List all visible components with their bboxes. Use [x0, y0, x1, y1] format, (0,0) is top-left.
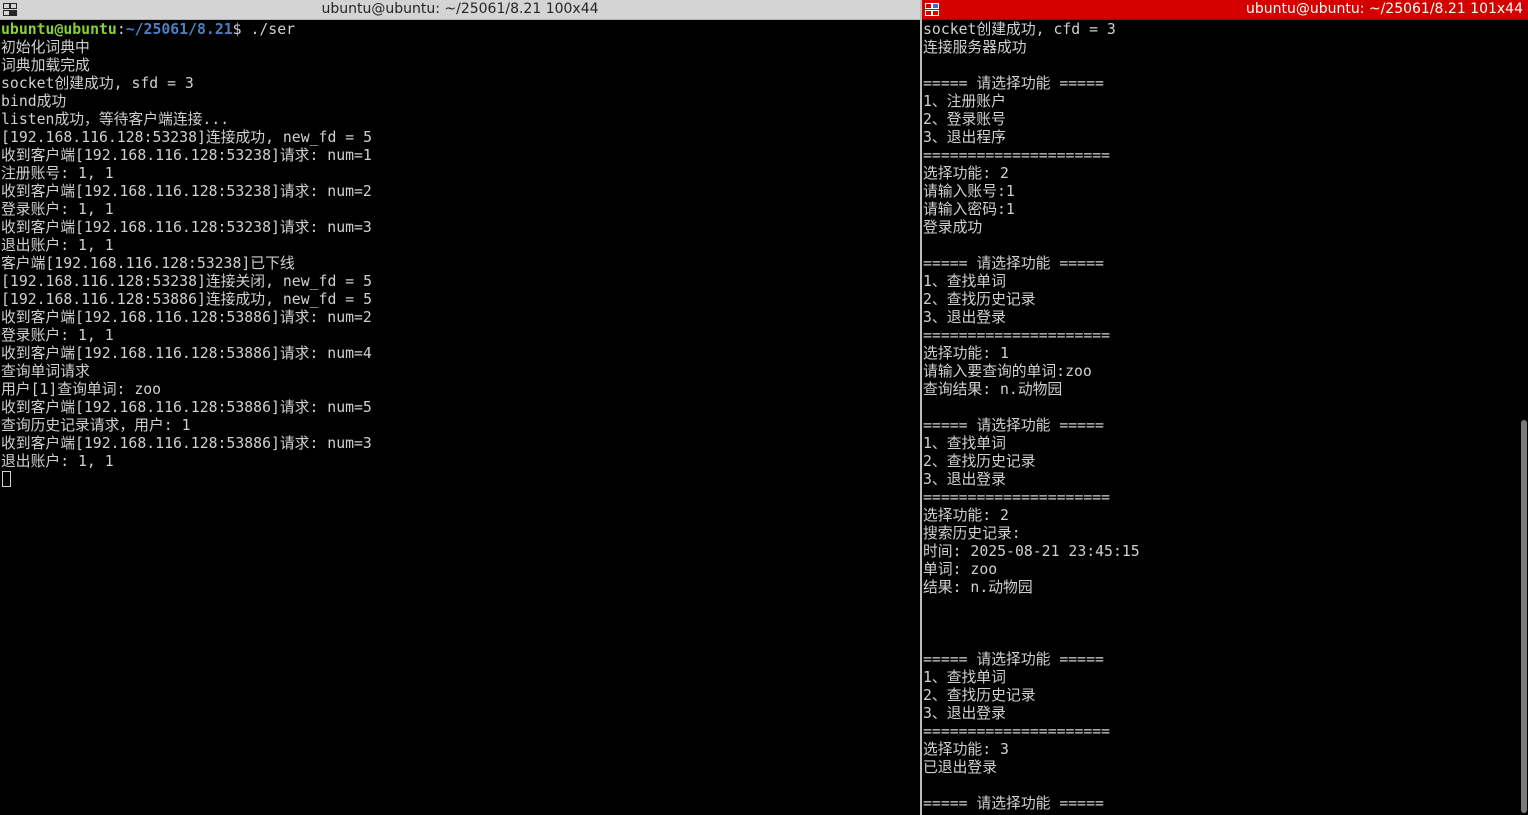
- server-log-line: [192.168.116.128:53886]连接成功, new_fd = 5: [1, 291, 372, 308]
- client-output-line: 3、退出程序: [923, 129, 1006, 146]
- client-output-line: 查询结果: n.动物园: [923, 381, 1063, 398]
- shell-prompt-line: ubuntu@ubuntu:~/25061/8.21$ ./ser: [1, 21, 920, 39]
- client-output-line: 选择功能: 2: [923, 507, 1009, 524]
- client-output-line: 3、退出登录: [923, 309, 1006, 326]
- prompt-user: ubuntu@ubuntu: [1, 21, 117, 38]
- server-log-line: 收到客户端[192.168.116.128:53886]请求: num=5: [1, 399, 372, 416]
- client-output-line: =====================: [923, 489, 1111, 506]
- terminal-split-icon[interactable]: [925, 3, 939, 16]
- server-log-line: 收到客户端[192.168.116.128:53238]请求: num=3: [1, 219, 372, 236]
- client-output-line: [923, 777, 1528, 795]
- client-output-line: 时间: 2025-08-21 23:45:15: [923, 543, 1140, 560]
- server-log-line: 注册账号: 1, 1: [1, 165, 114, 182]
- client-output-line: 1、查找单词: [923, 435, 1006, 452]
- client-output-line: =====================: [923, 147, 1111, 164]
- server-log-lines: 初始化词典中 词典加载完成 socket创建成功, sfd = 3 bind成功 lis…: [1, 39, 920, 471]
- client-terminal-output[interactable]: socket创建成功, cfd = 3 连接服务器成功 ===== 请选择功能 ==…: [922, 20, 1528, 815]
- server-terminal-scrollbar[interactable]: [911, 20, 920, 815]
- client-output-line: ===== 请选择功能 =====: [923, 651, 1104, 668]
- client-output-line: 3、退出登录: [923, 705, 1006, 722]
- client-output-line: 1、注册账户: [923, 93, 1006, 110]
- scrollbar-thumb[interactable]: [1521, 420, 1527, 813]
- server-log-line: 登录账户: 1, 1: [1, 327, 114, 344]
- client-output-line: ===== 请选择功能 =====: [923, 795, 1104, 812]
- client-output-line: 请输入要查询的单词:zoo: [923, 363, 1092, 380]
- client-output-line: [923, 57, 1528, 75]
- server-log-line: listen成功，等待客户端连接...: [1, 111, 230, 128]
- server-log-line: 用户[1]查询单词: zoo: [1, 381, 162, 398]
- client-output-line: 选择功能: 1: [923, 345, 1009, 362]
- client-output-line: ===== 请选择功能 =====: [923, 75, 1104, 92]
- server-log-line: 收到客户端[192.168.116.128:53886]请求: num=2: [1, 309, 372, 326]
- client-terminal-window[interactable]: ubuntu@ubuntu: ~/25061/8.21 101x44 socke…: [922, 0, 1528, 815]
- server-log-line: 查询单词请求: [1, 363, 90, 380]
- server-log-line: 退出账户: 1, 1: [1, 237, 114, 254]
- prompt-symbol: $: [232, 21, 251, 38]
- client-output-line: 选择功能: 3: [923, 741, 1009, 758]
- server-log-line: 收到客户端[192.168.116.128:53238]请求: num=2: [1, 183, 372, 200]
- server-log-line: 客户端[192.168.116.128:53238]已下线: [1, 255, 295, 272]
- window-title: ubuntu@ubuntu: ~/25061/8.21 101x44: [1245, 1, 1523, 17]
- client-terminal-titlebar[interactable]: ubuntu@ubuntu: ~/25061/8.21 101x44: [922, 0, 1528, 20]
- client-output-line: [923, 615, 1528, 633]
- server-log-line: [192.168.116.128:53238]连接成功, new_fd = 5: [1, 129, 372, 146]
- cursor-line: [1, 471, 920, 489]
- server-terminal-window[interactable]: ubuntu@ubuntu: ~/25061/8.21 100x44 ubunt…: [0, 0, 920, 815]
- server-log-line: 登录账户: 1, 1: [1, 201, 114, 218]
- client-output-line: 连接服务器成功: [923, 39, 1027, 56]
- client-output-line: socket创建成功, cfd = 3: [923, 21, 1116, 38]
- client-output-line: 登录成功: [923, 219, 983, 236]
- client-output-line: [923, 633, 1528, 651]
- server-log-line: socket创建成功, sfd = 3: [1, 75, 194, 92]
- server-log-line: 收到客户端[192.168.116.128:53886]请求: num=4: [1, 345, 372, 362]
- client-output-line: 3、退出登录: [923, 471, 1006, 488]
- server-terminal-output[interactable]: ubuntu@ubuntu:~/25061/8.21$ ./ser 初始化词典中…: [0, 20, 920, 815]
- client-output-line: 已退出登录: [923, 759, 997, 776]
- server-log-line: 初始化词典中: [1, 39, 90, 56]
- client-output-line: 搜索历史记录:: [923, 525, 1021, 542]
- client-output-line: =====================: [923, 723, 1111, 740]
- server-log-line: 收到客户端[192.168.116.128:53886]请求: num=3: [1, 435, 372, 452]
- prompt-command: ./ser: [250, 21, 296, 38]
- desktop: ubuntu@ubuntu: ~/25061/8.21 100x44 ubunt…: [0, 0, 1528, 815]
- server-log-line: 退出账户: 1, 1: [1, 453, 114, 470]
- client-output-line: [923, 597, 1528, 615]
- client-output-line: 选择功能: 2: [923, 165, 1009, 182]
- window-title: ubuntu@ubuntu: ~/25061/8.21 100x44: [321, 1, 599, 17]
- prompt-separator: :: [116, 21, 126, 38]
- server-terminal-titlebar[interactable]: ubuntu@ubuntu: ~/25061/8.21 100x44: [0, 0, 920, 20]
- client-output-line: ===== 请选择功能 =====: [923, 255, 1104, 272]
- server-log-line: [192.168.116.128:53238]连接关闭, new_fd = 5: [1, 273, 372, 290]
- client-output-line: 单词: zoo: [923, 561, 998, 578]
- client-output-line: 2、查找历史记录: [923, 453, 1036, 470]
- client-terminal-scrollbar[interactable]: [1519, 20, 1528, 815]
- server-log-line: 收到客户端[192.168.116.128:53238]请求: num=1: [1, 147, 372, 164]
- client-output-line: 请输入账号:1: [923, 183, 1015, 200]
- client-output-line: ===== 请选择功能 =====: [923, 417, 1104, 434]
- server-log-line: 词典加载完成: [1, 57, 90, 74]
- client-output-line: 2、登录账号: [923, 111, 1006, 128]
- client-output-line: 1、查找单词: [923, 273, 1006, 290]
- client-output-line: 2、查找历史记录: [923, 291, 1036, 308]
- terminal-cursor: [2, 471, 11, 487]
- client-output-lines: socket创建成功, cfd = 3 连接服务器成功 ===== 请选择功能 ==…: [923, 21, 1528, 813]
- prompt-path: ~/25061/8.21: [125, 21, 233, 38]
- server-log-line: 查询历史记录请求，用户: 1: [1, 417, 191, 434]
- client-output-line: [923, 399, 1528, 417]
- client-output-line: 结果: n.动物园: [923, 579, 1033, 596]
- client-output-line: 1、查找单词: [923, 669, 1006, 686]
- client-output-line: 2、查找历史记录: [923, 687, 1036, 704]
- client-output-line: [923, 237, 1528, 255]
- client-output-line: =====================: [923, 327, 1111, 344]
- client-output-line: 请输入密码:1: [923, 201, 1015, 218]
- server-log-line: bind成功: [1, 93, 67, 110]
